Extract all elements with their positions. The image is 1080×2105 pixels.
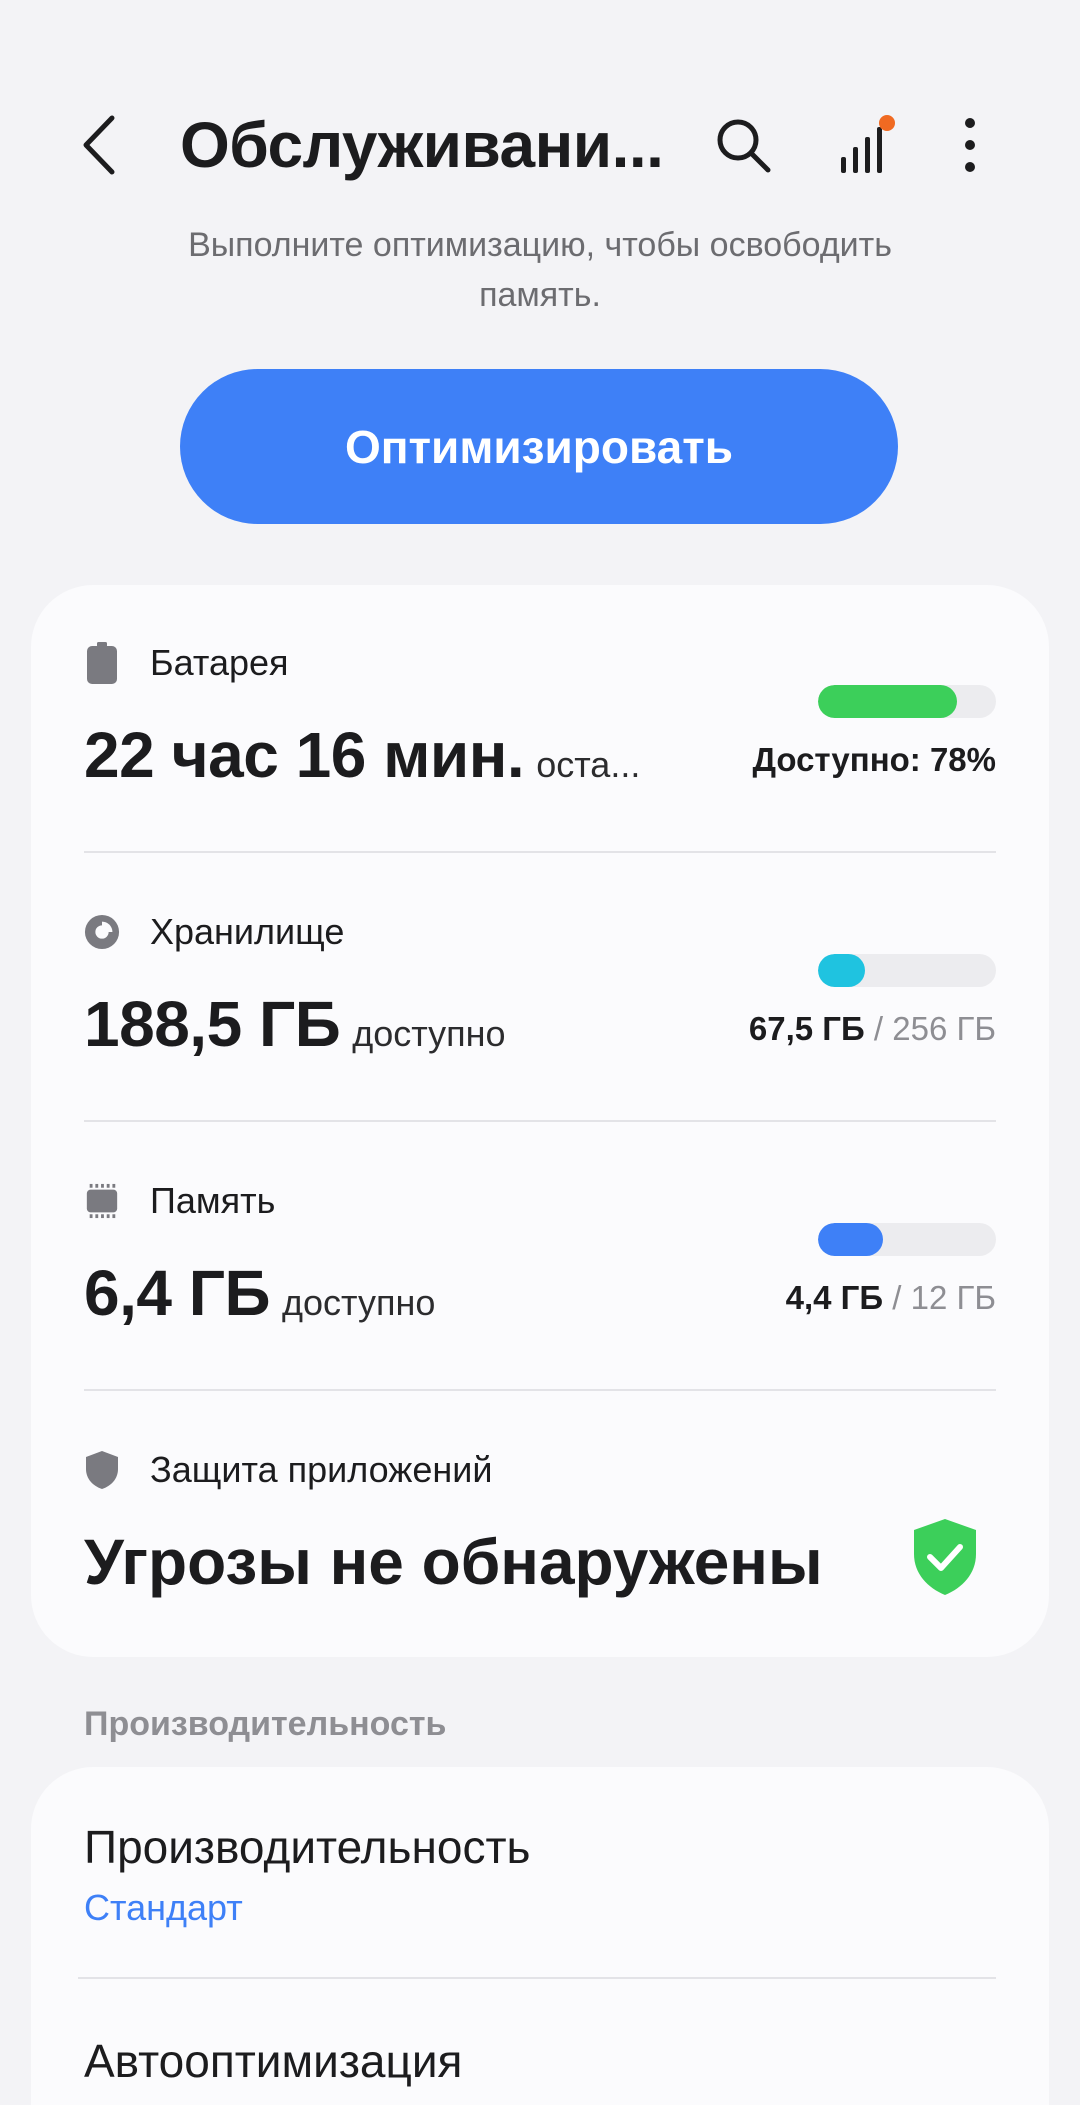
battery-available: Доступно: 78% xyxy=(752,741,996,778)
optimize-hint: Выполните оптимизацию, чтобы освободить … xyxy=(100,220,980,320)
shield-icon xyxy=(84,1450,120,1490)
back-arrow-icon xyxy=(83,115,115,175)
battery-value: 22 час 16 мин. оста... xyxy=(84,718,640,792)
memory-available-amount: 6,4 ГБ xyxy=(84,1257,271,1329)
optimize-hint-line2: память. xyxy=(479,276,601,314)
signal-bars-icon xyxy=(841,115,895,173)
search-button[interactable] xyxy=(708,108,778,182)
back-button[interactable] xyxy=(78,110,138,180)
memory-label-group: Память xyxy=(84,1176,275,1226)
performance-mode-value: Стандарт xyxy=(84,1887,243,1928)
divider xyxy=(84,1389,996,1391)
performance-mode-item[interactable]: Производительность Стандарт xyxy=(84,1819,996,1929)
page-title: Обслуживани... xyxy=(180,109,664,181)
app-protection-row[interactable]: Защита приложений Угрозы не обнаружены xyxy=(84,1445,996,1615)
memory-bar-fill xyxy=(818,1223,884,1256)
protection-label-group: Защита приложений xyxy=(84,1445,492,1495)
memory-chip-icon xyxy=(84,1181,120,1221)
battery-bar-fill xyxy=(818,685,957,718)
optimize-button[interactable]: Оптимизировать xyxy=(180,369,898,524)
protection-label: Защита приложений xyxy=(150,1449,493,1490)
battery-bar xyxy=(818,685,996,718)
memory-row[interactable]: Память 6,4 ГБ доступно 4,4 ГБ / 12 ГБ xyxy=(84,1176,996,1336)
memory-bar xyxy=(818,1223,996,1256)
battery-time: 22 час 16 мин. xyxy=(84,719,525,791)
storage-value: 188,5 ГБ доступно xyxy=(84,987,506,1061)
memory-label: Память xyxy=(150,1180,276,1221)
status-card: Батарея 22 час 16 мин. оста... Доступно:… xyxy=(31,585,1049,1657)
storage-available-text: доступно xyxy=(352,1013,506,1054)
divider xyxy=(84,1120,996,1122)
protection-status: Угрозы не обнаружены xyxy=(84,1526,823,1598)
battery-icon xyxy=(84,642,120,684)
app-header: Обслуживани... xyxy=(0,0,1080,210)
optimize-hint-line1: Выполните оптимизацию, чтобы освободить xyxy=(188,226,892,264)
storage-used: 67,5 ГБ xyxy=(748,1010,865,1047)
more-vertical-icon xyxy=(965,118,975,172)
search-icon xyxy=(717,119,771,173)
storage-label: Хранилище xyxy=(150,911,345,952)
memory-available-text: доступно xyxy=(282,1282,436,1323)
divider xyxy=(84,851,996,853)
auto-optimization-title: Автооптимизация xyxy=(84,2035,463,2087)
diagnostics-button[interactable] xyxy=(830,108,900,182)
memory-value: 6,4 ГБ доступно xyxy=(84,1256,435,1330)
performance-mode-title: Производительность xyxy=(84,1821,531,1873)
storage-total: / 256 ГБ xyxy=(873,1010,996,1047)
storage-caption: 67,5 ГБ / 256 ГБ xyxy=(749,1010,996,1048)
auto-optimization-item[interactable]: Автооптимизация xyxy=(84,2033,996,2089)
storage-row[interactable]: Хранилище 188,5 ГБ доступно 67,5 ГБ / 25… xyxy=(84,907,996,1067)
battery-row[interactable]: Батарея 22 час 16 мин. оста... Доступно:… xyxy=(84,638,996,798)
memory-total: / 12 ГБ xyxy=(892,1279,996,1316)
memory-used: 4,4 ГБ xyxy=(785,1279,884,1316)
storage-bar xyxy=(818,954,996,987)
more-options-button[interactable] xyxy=(935,108,1005,182)
battery-label-group: Батарея xyxy=(84,638,289,688)
battery-caption: Доступно: 78% xyxy=(752,741,996,779)
divider xyxy=(78,1977,996,1979)
section-title-performance: Производительность xyxy=(84,1705,447,1743)
storage-label-group: Хранилище xyxy=(84,907,344,957)
memory-caption: 4,4 ГБ / 12 ГБ xyxy=(786,1279,996,1317)
shield-check-icon xyxy=(914,1519,976,1595)
storage-bar-fill xyxy=(818,954,865,987)
battery-label: Батарея xyxy=(150,642,289,683)
battery-remaining: оста... xyxy=(536,744,641,785)
storage-available-amount: 188,5 ГБ xyxy=(84,988,341,1060)
storage-pie-icon xyxy=(84,912,120,952)
performance-card: Производительность Стандарт Автооптимиза… xyxy=(31,1767,1049,2105)
